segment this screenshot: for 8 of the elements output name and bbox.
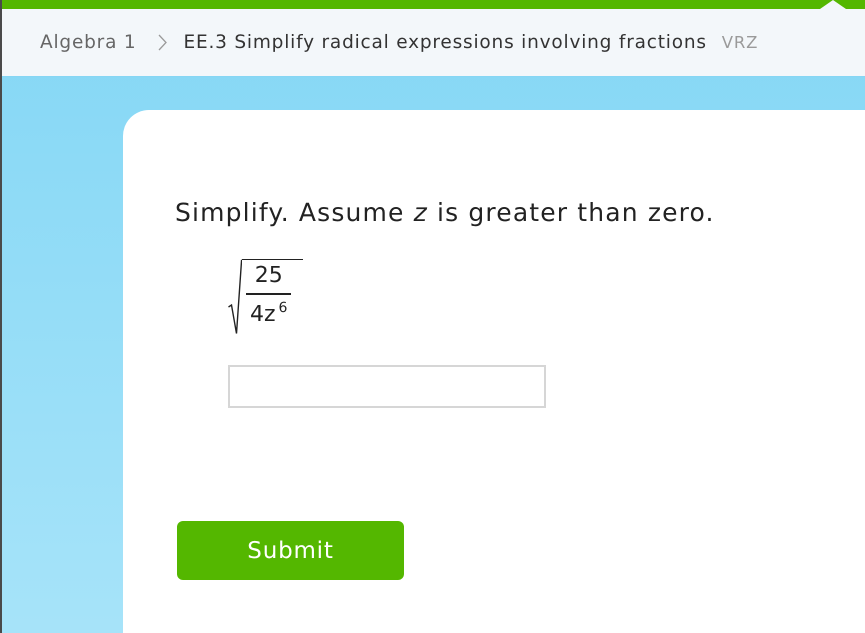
breadcrumb-link[interactable]: Algebra 1: [40, 32, 136, 53]
question-prompt: Simplify. Assume z is greater than zero.: [175, 198, 716, 228]
fraction-numerator: 25: [254, 264, 284, 288]
answer-field[interactable]: [228, 365, 546, 408]
fraction-denominator: 4z$^{6}$: [249, 302, 288, 326]
skill-code: VRZ: [722, 33, 758, 52]
breadcrumb-link[interactable]: EE.3 Simplify radical expressions involving fractions: [183, 32, 707, 53]
chevron-right-icon: [158, 34, 168, 51]
